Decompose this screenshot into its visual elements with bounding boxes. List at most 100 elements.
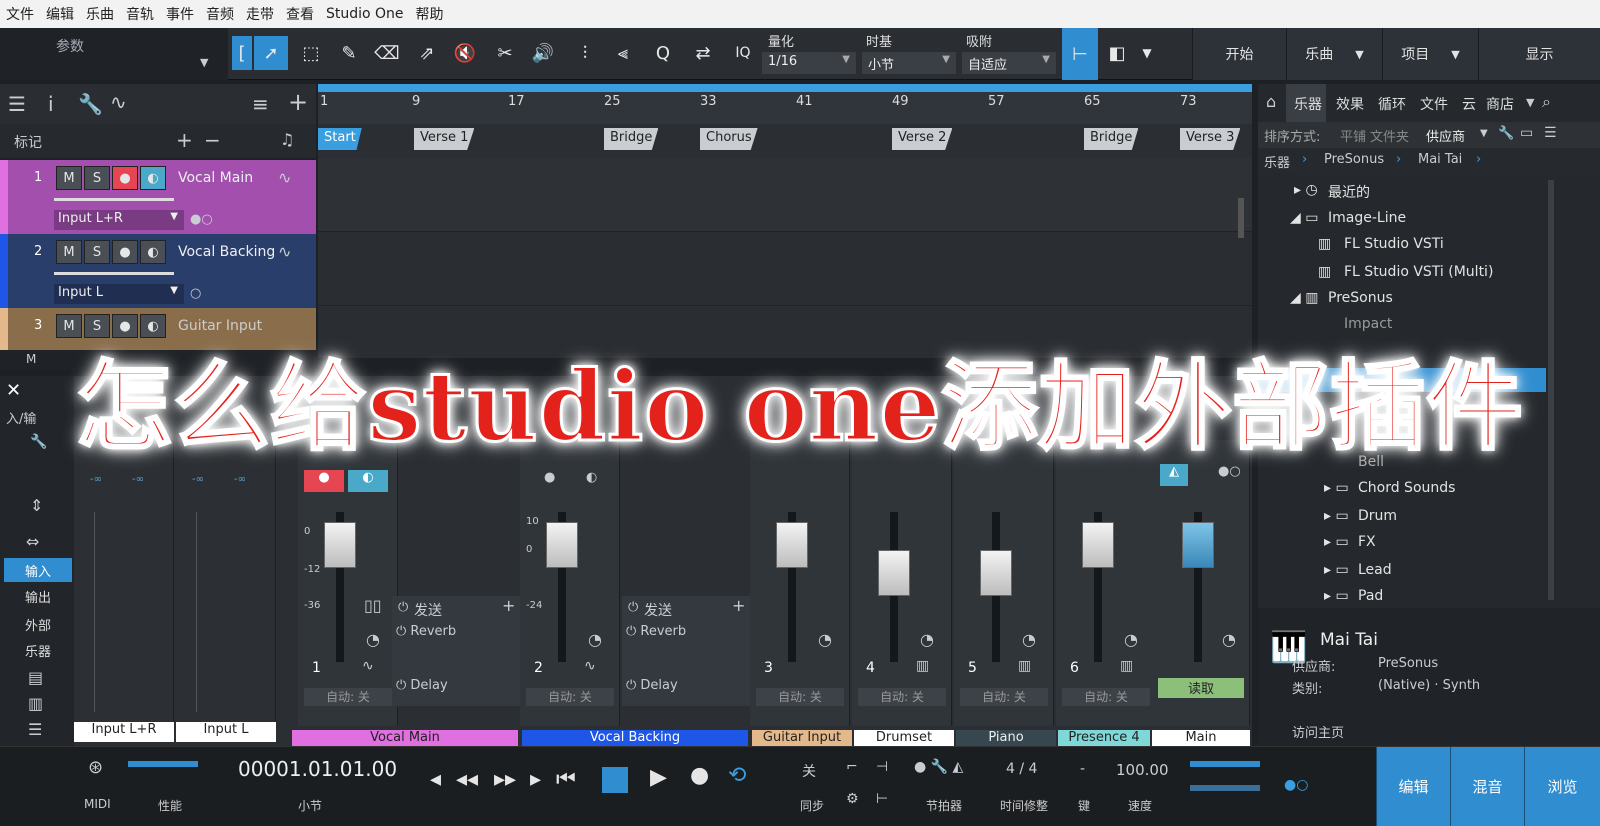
input-select[interactable]: Input L+R ▼ — [54, 210, 184, 230]
tree-item[interactable]: Drum — [1358, 508, 1397, 524]
side-instrument[interactable]: 乐器 — [4, 638, 72, 662]
play-icon[interactable]: ▶ — [650, 765, 667, 790]
list-icon[interactable]: ☰ — [28, 720, 42, 739]
tree-item[interactable]: FL Studio VSTi (Multi) — [1344, 264, 1493, 280]
music-note-icon[interactable]: ♫ — [280, 130, 294, 149]
send-slot[interactable]: ⏻ Reverb — [626, 624, 686, 639]
tree-item[interactable]: PreSonus — [1328, 290, 1393, 306]
snap-select[interactable]: 自适应 ▼ — [962, 52, 1056, 74]
mute-button[interactable]: M — [56, 240, 82, 264]
fader-handle[interactable] — [980, 550, 1012, 596]
click-icon[interactable]: ● 🔧 ◭ — [914, 759, 963, 775]
tree-item[interactable]: FX — [1358, 534, 1376, 550]
browse-tab[interactable]: 浏览 — [1524, 747, 1600, 826]
search-icon[interactable]: ⌕ — [1542, 92, 1551, 112]
monitor-icon[interactable]: ◐ — [140, 166, 166, 190]
audio-bend-icon[interactable]: ⫶ — [568, 36, 602, 70]
side-input[interactable]: 输入 — [4, 558, 72, 582]
pan-knob-icon[interactable]: ◔ — [366, 630, 380, 649]
prev-marker-icon[interactable]: ◂ — [430, 767, 441, 792]
iq-button[interactable]: IQ — [726, 36, 760, 70]
loop-range[interactable] — [318, 84, 1252, 92]
nav-song[interactable]: 乐曲 ▼ — [1286, 28, 1382, 80]
record-icon[interactable]: ● — [544, 470, 555, 485]
bend-tool-icon[interactable]: ⇗ — [410, 36, 444, 70]
preroll-icon[interactable]: ⊢ — [876, 791, 888, 807]
volume-slider[interactable] — [54, 198, 174, 201]
stop-icon[interactable] — [602, 767, 628, 793]
marker[interactable]: Verse 2 — [892, 128, 953, 150]
next-marker-icon[interactable]: ▸ — [530, 767, 541, 792]
automation-mode[interactable]: 自动: 关 — [304, 688, 392, 706]
channels-icon[interactable]: ▤ — [28, 668, 43, 687]
time-signature[interactable]: 4 / 4 — [1006, 761, 1037, 777]
pan-knob-icon[interactable]: ◔ — [1022, 630, 1036, 649]
solo-button[interactable]: S — [84, 240, 110, 264]
tab-files[interactable]: 文件 — [1420, 94, 1448, 114]
record-icon[interactable]: ● — [112, 166, 138, 190]
pencil-tool-icon[interactable]: ✎ — [332, 36, 366, 70]
input-select[interactable]: Input L ▼ — [54, 284, 184, 304]
follow-icon[interactable]: ◧ — [1100, 36, 1134, 70]
channel-strip[interactable]: ● ◐ 0 -12 -36 ▯▯ ◔ 1 ∿ 自动: 关 — [298, 440, 398, 726]
power-icon[interactable]: ⏻ — [628, 600, 638, 615]
close-icon[interactable]: ✕ — [6, 380, 21, 401]
mute-button[interactable]: M — [56, 166, 82, 190]
chevron-down-icon[interactable]: ▼ — [1526, 96, 1534, 109]
pan-knob-icon[interactable]: ◔ — [1124, 630, 1138, 649]
sync-off[interactable]: 关 — [802, 761, 816, 781]
list-icon[interactable]: ☰ — [1544, 125, 1557, 141]
range-tool-icon[interactable]: ⬚ — [294, 36, 328, 70]
volume-slider[interactable] — [54, 272, 174, 275]
automation-mode[interactable]: 自动: 关 — [1062, 688, 1150, 706]
home-icon[interactable]: ⌂ — [1266, 92, 1276, 111]
automation-mode[interactable]: 自动: 关 — [756, 688, 844, 706]
remove-marker-icon[interactable]: − — [204, 128, 221, 152]
marker[interactable]: Start — [318, 128, 362, 150]
quantize-select[interactable]: 1/16 ▼ — [762, 52, 856, 74]
tree-item[interactable]: FL Studio VSTi — [1344, 236, 1444, 252]
expand-vertical-icon[interactable]: ⇕ — [30, 496, 43, 515]
fader-handle[interactable] — [324, 522, 356, 568]
breadcrumb-item[interactable]: 乐器 — [1264, 152, 1290, 171]
monitor-icon[interactable]: ◐ — [348, 470, 388, 492]
nav-project[interactable]: 项目 ▼ — [1382, 28, 1478, 80]
automation-mode[interactable]: 自动: 关 — [526, 688, 614, 706]
record-icon[interactable]: ● — [112, 240, 138, 264]
wrench-icon[interactable]: 🔧 — [1498, 126, 1514, 141]
fader-handle[interactable] — [546, 522, 578, 568]
menu-track[interactable]: 音轨 — [126, 4, 154, 24]
timeline-ruler[interactable]: 1 9 17 25 33 41 49 57 65 73 — [318, 84, 1252, 124]
tempo-value[interactable]: 100.00 — [1116, 761, 1169, 779]
tree-expander-icon[interactable]: ◢ ▭ — [1290, 210, 1318, 226]
eraser-tool-icon[interactable]: ⌫ — [370, 36, 404, 70]
lane[interactable] — [318, 158, 1252, 232]
fader-handle[interactable] — [1082, 522, 1114, 568]
bracket-icon[interactable]: [ — [232, 36, 252, 70]
wrench-icon[interactable]: 🔧 — [78, 92, 103, 116]
info-icon[interactable]: i — [48, 92, 54, 116]
tab-shop[interactable]: 商店 — [1486, 94, 1514, 114]
automation-mode[interactable]: 自动: 关 — [858, 688, 946, 706]
track-row[interactable]: 1 M S ● ◐ Vocal Main ∿ Input L+R ▼ ●○ — [0, 160, 316, 234]
breadcrumb-item[interactable]: PreSonus — [1324, 152, 1384, 167]
main-channel-strip[interactable]: ◭ ●○ ◔ 读取 — [1152, 440, 1250, 726]
record-icon[interactable]: ● — [690, 763, 709, 788]
record-icon[interactable]: ● — [304, 470, 344, 492]
add-send-icon[interactable]: + — [732, 596, 745, 615]
pan-knob-icon[interactable]: ◔ — [920, 630, 934, 649]
side-output[interactable]: 输出 — [4, 584, 72, 608]
mix-tab[interactable]: 混音 — [1450, 747, 1524, 826]
marker[interactable]: Verse 3 — [1180, 128, 1241, 150]
menu-song[interactable]: 乐曲 — [86, 4, 114, 24]
return-to-zero-icon[interactable]: ⏮ — [556, 767, 576, 792]
marker[interactable]: Verse 1 — [414, 128, 475, 150]
sort-flat[interactable]: 平铺 — [1340, 126, 1366, 145]
q-icon[interactable]: Q — [646, 36, 680, 70]
channel-strip[interactable]: ◔ 6 ▥ 自动: 关 — [1056, 440, 1156, 726]
side-external[interactable]: 外部 — [4, 612, 72, 636]
menu-icon[interactable]: ☰ — [8, 92, 26, 116]
quantize-bend-icon[interactable]: ⫷ — [606, 36, 640, 70]
vertical-scrollbar[interactable] — [1238, 198, 1244, 238]
add-marker-icon[interactable]: + — [176, 128, 193, 152]
